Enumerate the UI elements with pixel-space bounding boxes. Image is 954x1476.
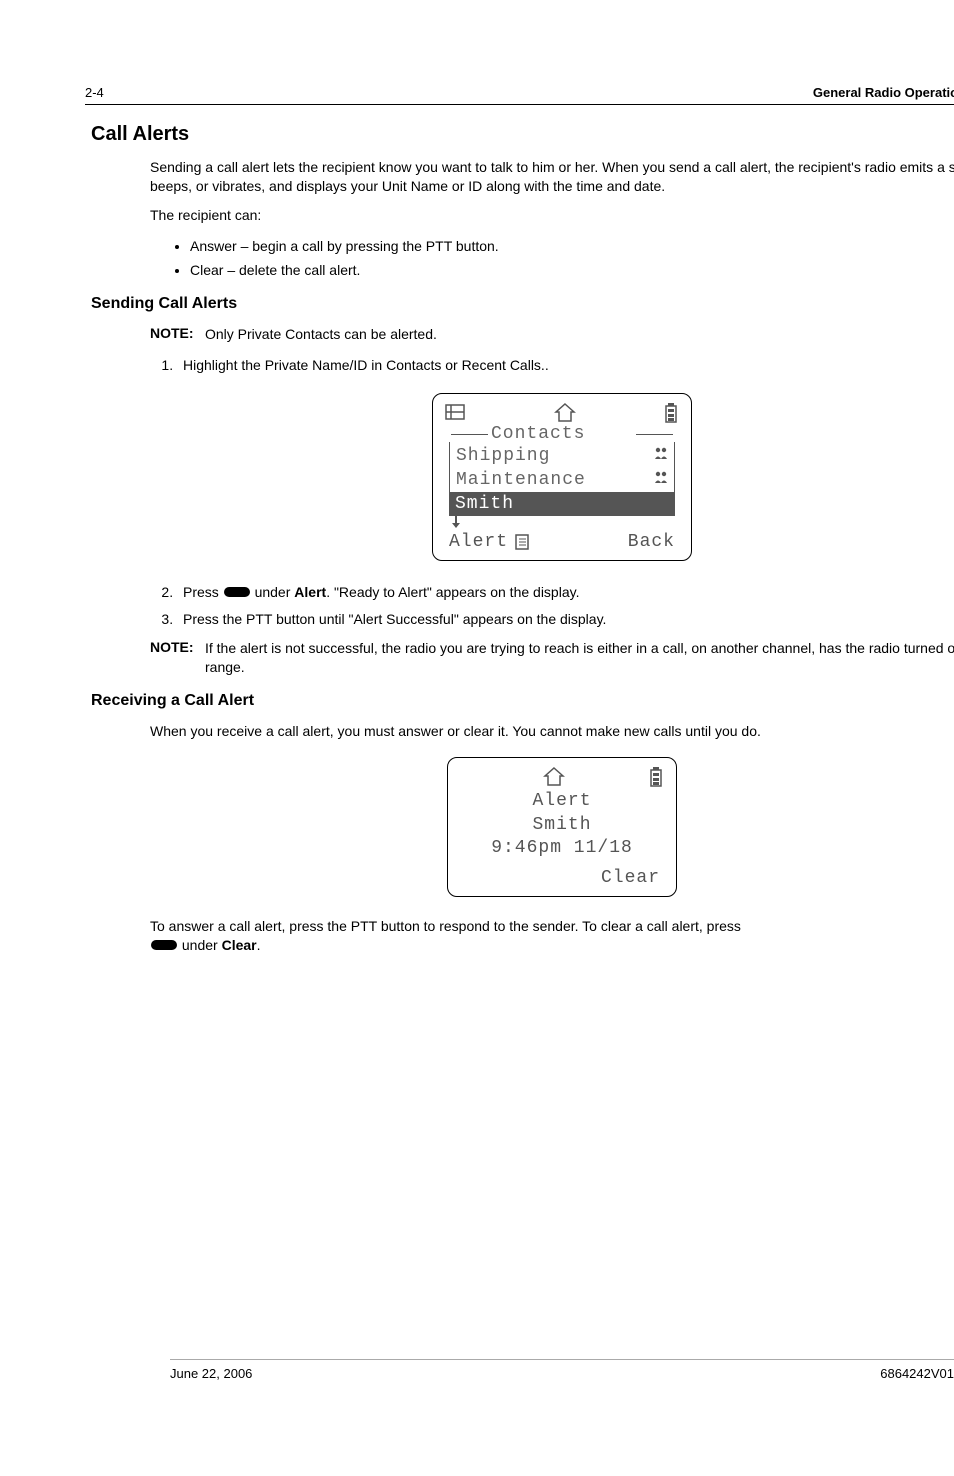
alert-line-3: 9:46pm 11/18 xyxy=(456,837,668,860)
header-section: General Radio Operations xyxy=(813,85,954,100)
footer-docnum: 6864242V01 xyxy=(880,1366,954,1381)
note-label: NOTE: xyxy=(150,325,205,344)
battery-icon xyxy=(648,767,664,787)
alert-line-2: Smith xyxy=(456,814,668,837)
sending-steps-cont: Press under Alert. "Ready to Alert" appe… xyxy=(177,581,954,631)
group-icon xyxy=(654,470,668,490)
intro-paragraph-2: The recipient can: xyxy=(150,206,954,225)
bullet-answer: Answer – begin a call by pressing the PT… xyxy=(190,235,954,257)
header-title: General Radio Operations: Call Alerts xyxy=(813,85,954,100)
receiving-paragraph: When you receive a call alert, you must … xyxy=(150,722,954,741)
page-number: 2-4 xyxy=(85,85,104,100)
contact-row-smith-selected: Smith xyxy=(449,492,675,516)
contact-name: Shipping xyxy=(456,446,550,466)
bullet-clear: Clear – delete the call alert. xyxy=(190,259,954,281)
radio-screen-alert: Alert Smith 9:46pm 11/18 Clear xyxy=(85,757,954,897)
call-alerts-heading: Call Alerts xyxy=(91,123,954,146)
page-header: 2-4 General Radio Operations: Call Alert… xyxy=(85,85,954,105)
group-icon xyxy=(654,446,668,466)
softkey-alert: Alert xyxy=(449,532,530,552)
note-text: Only Private Contacts can be alerted. xyxy=(205,325,954,344)
sending-call-alerts-heading: Sending Call Alerts xyxy=(91,295,954,313)
home-icon xyxy=(543,767,565,787)
page-footer: June 22, 2006 6864242V01 xyxy=(170,1359,954,1381)
receiving-call-alert-heading: Receiving a Call Alert xyxy=(91,692,954,710)
softkey-back: Back xyxy=(628,532,675,552)
footer-date: June 22, 2006 xyxy=(170,1366,252,1381)
note-label: NOTE: xyxy=(150,639,205,677)
list-icon xyxy=(514,534,530,550)
screen-title-contacts: Contacts xyxy=(491,424,585,444)
recipient-options-list: Answer – begin a call by pressing the PT… xyxy=(190,235,954,282)
scroll-down-icon xyxy=(449,516,683,528)
softkey-button-icon xyxy=(150,937,178,956)
battery-icon xyxy=(663,403,679,423)
contact-name: Maintenance xyxy=(456,470,586,490)
sending-steps: Highlight the Private Name/ID in Contact… xyxy=(177,354,954,376)
note-text: If the alert is not successful, the radi… xyxy=(205,639,954,677)
step-1: Highlight the Private Name/ID in Contact… xyxy=(177,354,954,376)
signal-icon xyxy=(445,404,467,422)
contact-row-maintenance: Maintenance xyxy=(456,468,668,492)
step-2: Press under Alert. "Ready to Alert" appe… xyxy=(177,581,954,604)
step-3: Press the PTT button until "Alert Succes… xyxy=(177,608,954,630)
softkey-clear: Clear xyxy=(601,868,660,888)
intro-paragraph-1: Sending a call alert lets the recipient … xyxy=(150,158,954,196)
softkey-button-icon xyxy=(223,582,251,604)
contact-name: Smith xyxy=(455,494,514,514)
alert-line-1: Alert xyxy=(456,790,668,813)
radio-screen-contacts: Contacts Shipping Maintenance Smith xyxy=(85,393,954,561)
softkey-alert-label: Alert xyxy=(449,532,508,552)
home-icon xyxy=(554,403,576,423)
contact-row-shipping: Shipping xyxy=(456,444,668,468)
note-alert-unsuccessful: NOTE: If the alert is not successful, th… xyxy=(150,639,954,677)
note-private-contacts: NOTE: Only Private Contacts can be alert… xyxy=(150,325,954,344)
answer-paragraph: To answer a call alert, press the PTT bu… xyxy=(150,917,954,956)
